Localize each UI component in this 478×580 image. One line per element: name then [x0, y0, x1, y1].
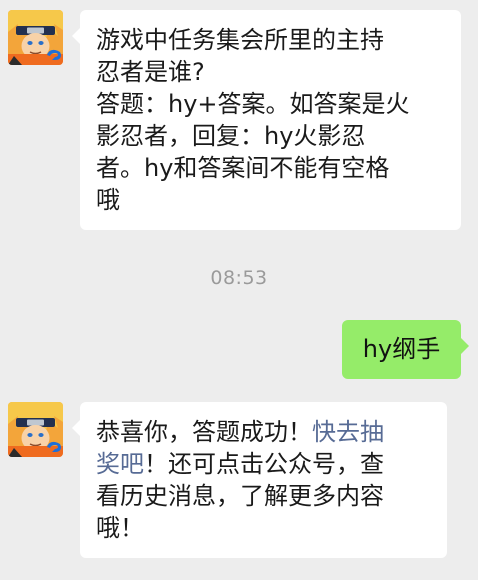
message-line: 看历史消息，了解更多内容 [96, 482, 384, 510]
message-line: 者。hy和答案间不能有空格 [96, 154, 390, 182]
tencent-games-badge-icon [47, 49, 61, 60]
result-text: 恭喜你，答题成功！ [96, 418, 312, 446]
avatar[interactable] [8, 402, 63, 457]
message-line: 答题：hy+答案。如答案是火 [96, 90, 410, 118]
message-line: 哦！ [96, 514, 144, 542]
message-line: 奖吧！还可点击公众号，查 [96, 448, 431, 480]
message-line: 恭喜你，答题成功！快去抽 [96, 416, 431, 448]
reply-text: hy纲手 [362, 335, 441, 363]
message-line: 游戏中任务集会所里的主持 [96, 26, 384, 54]
chat-window: 游戏中任务集会所里的主持 忍者是谁? 答题：hy+答案。如答案是火 影忍者，回复… [0, 0, 478, 580]
incoming-message-question[interactable]: 游戏中任务集会所里的主持 忍者是谁? 答题：hy+答案。如答案是火 影忍者，回复… [72, 10, 461, 230]
incoming-message-result[interactable]: 恭喜你，答题成功！快去抽 奖吧！还可点击公众号，查 看历史消息，了解更多内容 哦… [72, 402, 447, 558]
result-text: ！还可点击公众号，查 [144, 450, 384, 478]
message-timestamp: 08:53 [210, 267, 268, 289]
message-line: 忍者是谁? [96, 58, 205, 86]
outgoing-message-reply[interactable]: hy纲手 [342, 320, 469, 379]
tencent-games-badge-icon [47, 441, 61, 452]
lottery-link[interactable]: 快去抽 [312, 418, 384, 446]
message-line: 哦 [96, 186, 120, 214]
avatar[interactable] [8, 10, 63, 65]
lottery-link[interactable]: 奖吧 [96, 450, 144, 478]
message-line: 影忍者，回复：hy火影忍 [96, 122, 366, 150]
